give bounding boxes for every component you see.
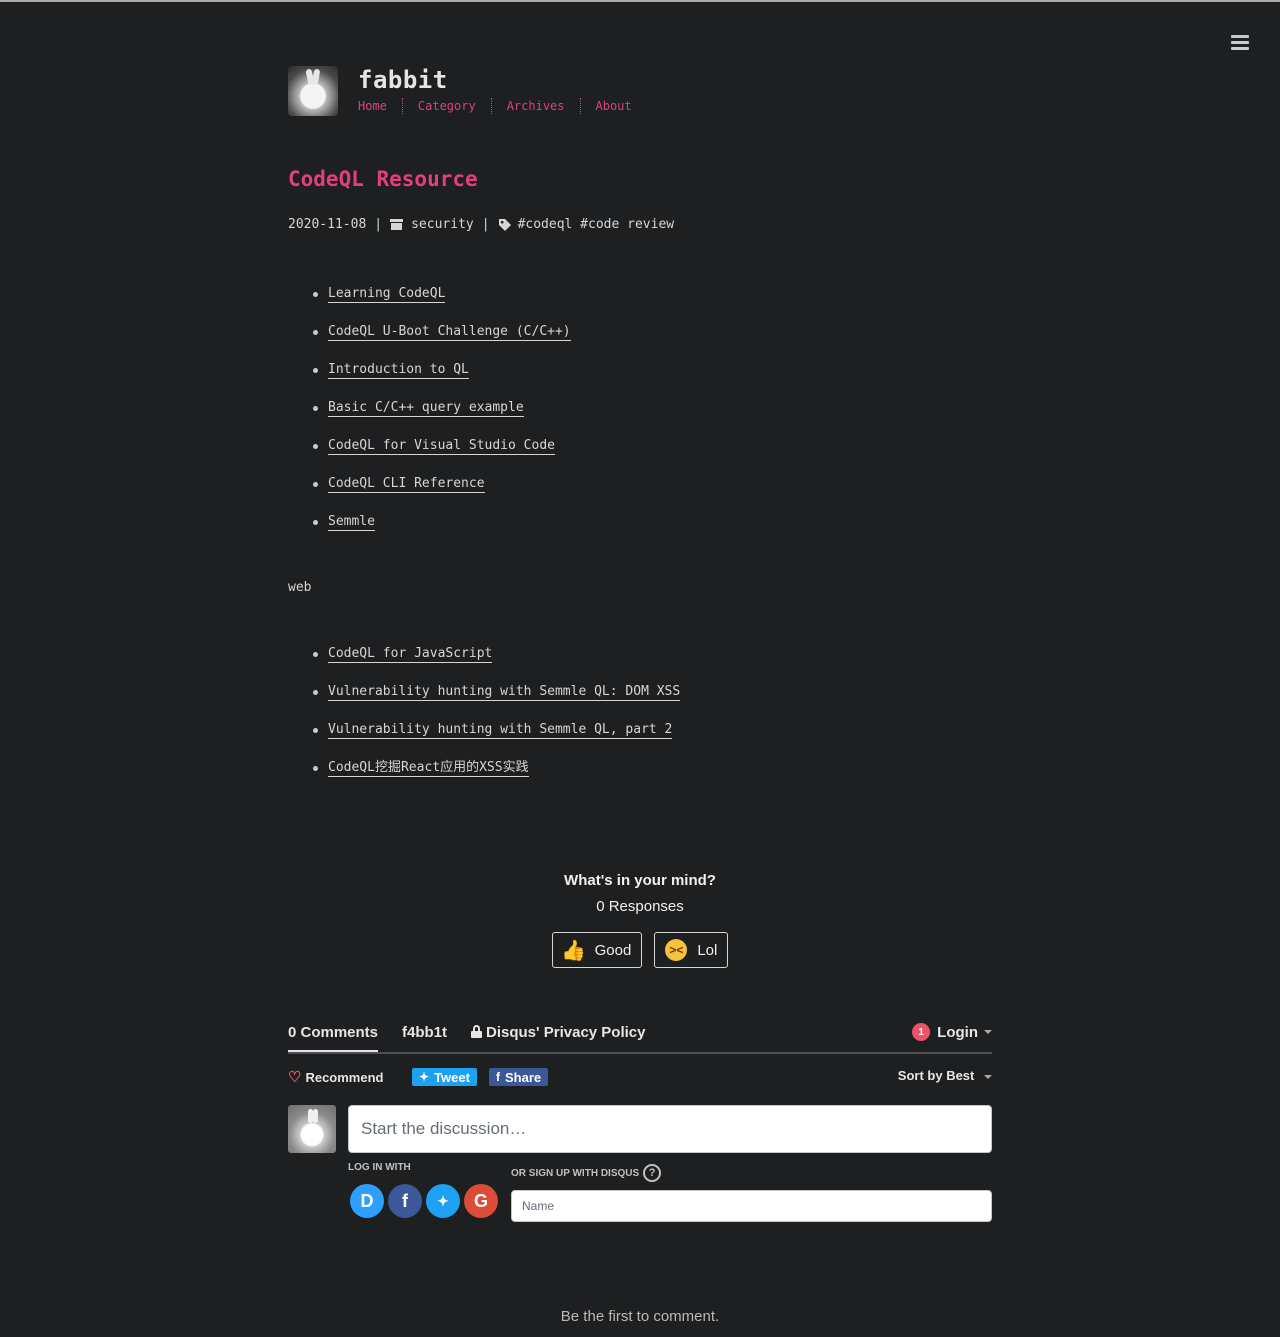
list-item: CodeQL CLI Reference xyxy=(288,476,571,514)
help-icon[interactable]: ? xyxy=(643,1164,662,1182)
empty-comments-message: Be the first to comment. xyxy=(560,1308,720,1325)
link-vscode[interactable]: CodeQL for Visual Studio Code xyxy=(328,438,555,455)
link-uboot-challenge[interactable]: CodeQL U-Boot Challenge (C/C++) xyxy=(328,324,571,341)
nav-about[interactable]: About xyxy=(579,98,647,114)
list-item: Vulnerability hunting with Semmle QL: DO… xyxy=(288,684,681,722)
list-item: Basic C/C++ query example xyxy=(288,400,571,438)
list-item: Semmle xyxy=(288,514,571,552)
list-item: Vulnerability hunting with Semmle QL, pa… xyxy=(288,722,680,760)
tag-icon xyxy=(498,218,511,231)
main-nav: Home Category Archives About xyxy=(358,98,647,114)
web-resource-list: CodeQL for JavaScript Vulnerability hunt… xyxy=(288,646,681,798)
laughing-face-icon: >< xyxy=(665,939,688,961)
disqus-login-icon[interactable]: D xyxy=(350,1184,384,1218)
nav-category[interactable]: Category xyxy=(401,98,491,114)
tab-comments[interactable]: 0 Comments xyxy=(288,1024,379,1052)
post-tags[interactable]: #codeql #code review xyxy=(518,217,675,232)
google-login-icon[interactable]: G xyxy=(464,1184,498,1218)
link-intro-ql[interactable]: Introduction to QL xyxy=(328,362,469,379)
chevron-down-icon xyxy=(984,1074,992,1079)
share-button[interactable]: f Share xyxy=(489,1068,549,1086)
list-item: CodeQL U-Boot Challenge (C/C++) xyxy=(288,324,571,362)
hamburger-menu-icon[interactable] xyxy=(1231,35,1249,51)
lol-reaction-button[interactable]: >< Lol xyxy=(654,932,729,968)
section-label: web xyxy=(288,580,312,595)
facebook-login-icon[interactable]: f xyxy=(388,1184,422,1218)
reactions-question: What's in your mind? xyxy=(564,872,716,889)
nav-home[interactable]: Home xyxy=(358,98,402,114)
lock-icon xyxy=(471,1025,482,1038)
nav-archives[interactable]: Archives xyxy=(490,98,580,114)
link-react-xss[interactable]: CodeQL挖掘React应用的XSS实践 xyxy=(328,760,529,777)
avatar xyxy=(288,1105,336,1153)
recommend-label: Recommend xyxy=(305,1069,384,1085)
privacy-label: Disqus' Privacy Policy xyxy=(486,1024,646,1041)
list-item: Learning CodeQL xyxy=(288,286,571,324)
reactions-count: 0 Responses xyxy=(596,898,684,915)
link-part2[interactable]: Vulnerability hunting with Semmle QL, pa… xyxy=(328,722,673,739)
list-item: CodeQL for Visual Studio Code xyxy=(288,438,571,476)
social-login-buttons: D f ✦ G xyxy=(350,1184,498,1218)
link-learning-codeql[interactable]: Learning CodeQL xyxy=(328,286,446,303)
notification-badge[interactable]: 1 xyxy=(912,1023,931,1041)
reaction-buttons: 👍 Good >< Lol xyxy=(288,932,992,968)
archive-icon xyxy=(390,219,404,230)
heart-icon: ♡ xyxy=(288,1069,302,1086)
link-semmle[interactable]: Semmle xyxy=(328,514,375,531)
tab-privacy-policy[interactable]: Disqus' Privacy Policy xyxy=(471,1024,645,1041)
site-header: fabbit Home Category Archives About xyxy=(288,66,992,118)
list-item: Introduction to QL xyxy=(288,362,571,400)
recommend-button[interactable]: ♡ Recommend xyxy=(288,1068,383,1086)
signup-label: OR SIGN UP WITH DISQUS ? xyxy=(511,1164,662,1182)
login-menu[interactable]: 1 Login xyxy=(912,1023,992,1041)
list-item: CodeQL挖掘React应用的XSS实践 xyxy=(288,760,680,798)
good-reaction-button[interactable]: 👍 Good xyxy=(551,932,643,968)
login-label: Login xyxy=(937,1023,978,1041)
signup-text: OR SIGN UP WITH DISQUS xyxy=(511,1167,640,1179)
sort-dropdown[interactable]: Sort by Best xyxy=(898,1068,992,1083)
disqus-thread: 0 Comments f4bb1t Disqus' Privacy Policy… xyxy=(288,1020,992,1325)
tweet-button[interactable]: ✦ Tweet xyxy=(412,1068,477,1086)
link-basic-query[interactable]: Basic C/C++ query example xyxy=(328,400,524,417)
site-logo[interactable] xyxy=(288,66,338,116)
disqus-toolbar: ♡ Recommend ✦ Tweet f Share Sort by Best xyxy=(288,1054,992,1094)
twitter-login-icon[interactable]: ✦ xyxy=(426,1184,460,1218)
twitter-bird-icon: ✦ xyxy=(419,1070,430,1084)
thumbs-up-icon: 👍 xyxy=(561,939,587,962)
resource-list: Learning CodeQL CodeQL U-Boot Challenge … xyxy=(288,286,571,552)
share-label: Share xyxy=(505,1069,542,1085)
site-title[interactable]: fabbit xyxy=(358,66,448,94)
name-field[interactable]: Name xyxy=(511,1190,992,1222)
comment-textarea[interactable]: Start the discussion… xyxy=(348,1105,992,1153)
chevron-down-icon xyxy=(984,1030,992,1034)
post-category[interactable]: security xyxy=(411,217,474,232)
lol-label: Lol xyxy=(697,941,718,959)
link-cli-reference[interactable]: CodeQL CLI Reference xyxy=(328,476,485,493)
post-date: 2020-11-08 xyxy=(288,217,367,232)
tweet-label: Tweet xyxy=(434,1069,470,1085)
facebook-icon: f xyxy=(496,1070,500,1084)
link-dom-xss[interactable]: Vulnerability hunting with Semmle QL: DO… xyxy=(328,684,681,701)
tab-forum[interactable]: f4bb1t xyxy=(402,1024,447,1041)
post-meta: 2020-11-08 | security | #codeql #code re… xyxy=(288,217,674,232)
sort-label: Sort by Best xyxy=(897,1068,975,1083)
link-js[interactable]: CodeQL for JavaScript xyxy=(328,646,493,663)
post-title: CodeQL Resource xyxy=(288,167,478,191)
reactions-panel: What's in your mind? 0 Responses 👍 Good … xyxy=(288,872,992,968)
login-with-label: LOG IN WITH xyxy=(348,1162,411,1173)
disqus-tabs: 0 Comments f4bb1t Disqus' Privacy Policy… xyxy=(288,1020,992,1054)
meta-separator: | xyxy=(481,217,490,232)
list-item: CodeQL for JavaScript xyxy=(288,646,680,684)
meta-separator: | xyxy=(374,217,383,232)
top-border xyxy=(0,0,1280,2)
good-label: Good xyxy=(594,941,632,959)
